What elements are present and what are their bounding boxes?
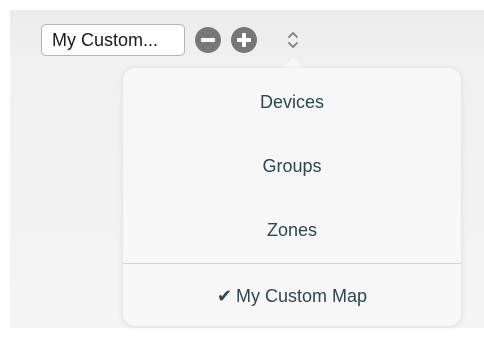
- menu-item-label: Devices: [259, 92, 325, 112]
- menu-item-label: Groups: [262, 156, 322, 176]
- remove-map-button[interactable]: [195, 27, 221, 53]
- map-select[interactable]: My Custom...: [41, 24, 185, 56]
- menu-item-my-custom-map[interactable]: ✔ My Custom Map: [123, 264, 461, 328]
- map-type-popover: Devices Groups Zones ✔ My Custom Map: [123, 68, 461, 326]
- up-down-chevron-icon[interactable]: [286, 29, 300, 51]
- menu-item-label: My Custom Map: [236, 286, 368, 306]
- menu-item-devices[interactable]: Devices: [123, 70, 461, 134]
- menu-item-label: Zones: [266, 220, 318, 240]
- plus-icon-vertical: [242, 33, 246, 47]
- menu-item-zones[interactable]: Zones: [123, 198, 461, 262]
- checkmark-icon: ✔: [216, 286, 233, 306]
- minus-icon: [201, 38, 215, 42]
- menu-item-groups[interactable]: Groups: [123, 134, 461, 198]
- add-map-button[interactable]: [231, 27, 257, 53]
